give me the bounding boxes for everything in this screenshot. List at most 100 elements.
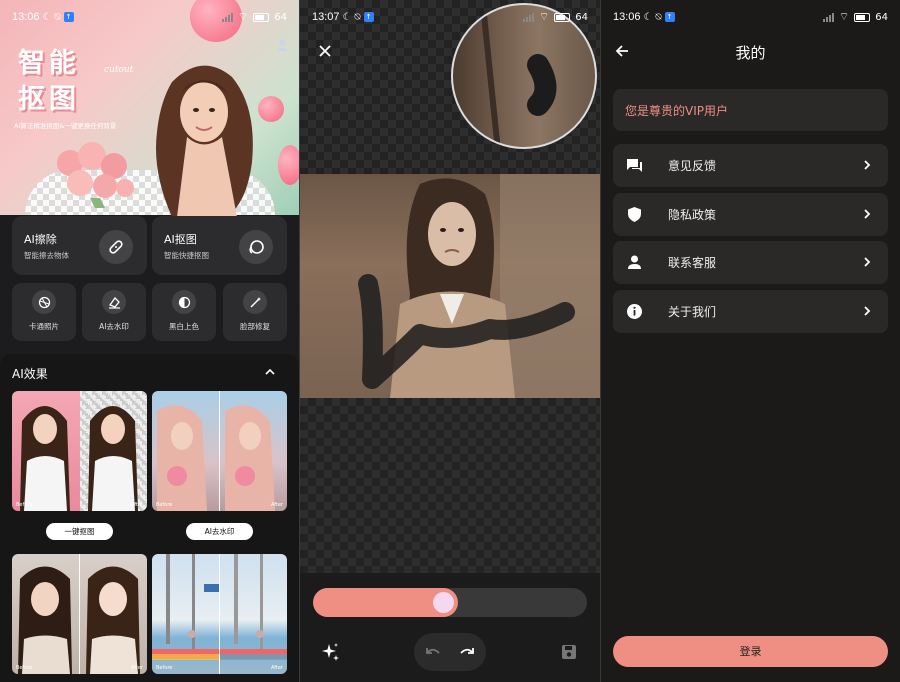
menu-item-label: 关于我们 — [668, 305, 717, 319]
login-button[interactable]: 登录 — [613, 636, 888, 667]
card-title: AI擦除 — [24, 233, 57, 246]
card-label: AI去水印 — [99, 322, 129, 331]
card-label: 脸部修复 — [240, 322, 270, 331]
moon-icon: ☾ — [42, 11, 52, 23]
editor-screen: 13:07 ☾ ⍉ ↑ ⌔ 64 — [300, 0, 600, 682]
effect-thumbnail-cartoon[interactable]: Before After — [12, 554, 147, 674]
sparkle-icon[interactable] — [320, 642, 340, 662]
before-label: Before — [16, 665, 33, 671]
notification-icon: ↑ — [63, 12, 74, 22]
balloon-decoration — [278, 145, 299, 185]
before-label: Before — [16, 502, 33, 508]
model-photo — [20, 406, 138, 511]
after-label: After — [130, 665, 143, 671]
hero-title: 智能 抠图 — [18, 48, 80, 115]
chevron-right-icon — [864, 257, 871, 267]
profile-icon[interactable] — [275, 38, 289, 52]
menu-item-label: 联系客服 — [668, 256, 717, 270]
street-photo — [152, 554, 287, 674]
effect-thumbnail-cutout[interactable]: Before After — [12, 391, 147, 511]
watermark-removal-button[interactable]: AI去水印 — [186, 523, 253, 540]
wifi-icon: ⌔ — [538, 10, 550, 23]
chevron-right-icon — [864, 209, 871, 219]
status-bar: 13:07 ☾ ⍉ ↑ ⌔ 64 — [300, 0, 600, 34]
lasso-icon — [239, 230, 273, 264]
brush-stroke — [358, 274, 575, 389]
undo-redo-group — [414, 633, 486, 671]
before-label: Before — [156, 502, 173, 508]
effect-thumbnail-watermark[interactable]: Before After — [152, 391, 287, 511]
card-title: AI抠图 — [164, 233, 197, 246]
eraser-icon — [102, 290, 126, 314]
notification-icon: ↑ — [363, 12, 374, 22]
status-bar: 13:06 ☾ ⍉ ↑ ⌔ 64 — [0, 0, 299, 34]
home-screen: 智能 抠图 cutout AI算法精准抠图&一键更换任何背景 13:06 ☾ ⍉ ↑… — [0, 0, 299, 682]
mute-icon: ⍉ — [655, 11, 662, 23]
close-icon[interactable] — [318, 44, 332, 58]
redo-icon[interactable] — [458, 643, 476, 661]
editing-canvas[interactable] — [300, 174, 600, 398]
vip-status-text: 您是尊贵的VIP用户 — [625, 104, 728, 118]
section-title: AI效果 — [12, 367, 48, 381]
card-subtitle: 智能快捷抠图 — [164, 251, 209, 260]
moon-icon: ☾ — [342, 11, 352, 23]
model-photo — [157, 391, 275, 511]
slider-handle[interactable] — [433, 592, 454, 613]
ai-erase-card[interactable]: AI擦除 智能擦去物体 — [12, 216, 147, 275]
wand-icon — [243, 290, 267, 314]
menu-item-privacy[interactable]: 隐私政策 — [613, 193, 888, 236]
bandage-icon — [99, 230, 133, 264]
shield-icon — [628, 207, 641, 222]
hero-subtitle: cutout — [104, 65, 134, 75]
model-photo — [156, 65, 253, 217]
chevron-right-icon — [864, 306, 871, 316]
menu-item-label: 意见反馈 — [668, 159, 717, 173]
info-icon — [627, 304, 642, 319]
one-click-cutout-button[interactable]: 一键抠图 — [46, 523, 113, 540]
status-time: 13:06 — [12, 11, 40, 23]
card-label: 卡通照片 — [29, 322, 59, 331]
effect-thumbnail-repair[interactable]: Before After — [152, 554, 287, 674]
mute-icon: ⍉ — [54, 11, 61, 23]
feedback-icon — [627, 159, 642, 172]
page-title: 我的 — [735, 44, 766, 62]
after-label: After — [270, 665, 283, 671]
wifi-icon: ⌔ — [838, 10, 850, 23]
brush-size-slider[interactable] — [313, 588, 587, 617]
undo-icon[interactable] — [424, 643, 442, 661]
vip-status-card: 您是尊贵的VIP用户 — [613, 89, 888, 131]
signal-icon — [221, 12, 233, 22]
watermark-removal-card[interactable]: AI去水印 — [82, 283, 146, 341]
card-label: 黑白上色 — [169, 322, 199, 331]
signal-icon — [822, 12, 834, 22]
before-label: Before — [156, 665, 173, 671]
profile-screen: 13:06 ☾ ⍉ ↑ ⌔ 64 我的 您是尊贵的VIP用户 意见反馈 隐私政策 联… — [601, 0, 900, 682]
status-time: 13:07 — [312, 11, 340, 23]
colorize-card[interactable]: 黑白上色 — [152, 283, 216, 341]
roses-decoration — [57, 142, 134, 208]
menu-item-feedback[interactable]: 意见反馈 — [613, 144, 888, 187]
battery-level: 64 — [274, 11, 287, 23]
face-repair-card[interactable]: 脸部修复 — [223, 283, 287, 341]
person-icon — [628, 255, 641, 269]
save-icon[interactable] — [561, 644, 577, 660]
notification-icon: ↑ — [664, 12, 675, 22]
ai-cutout-card[interactable]: AI抠图 智能快捷抠图 — [152, 216, 287, 275]
mute-icon: ⍉ — [354, 11, 361, 23]
model-photo — [18, 554, 140, 674]
battery-level: 64 — [875, 11, 888, 23]
status-time: 13:06 — [613, 11, 641, 23]
battery-level: 64 — [575, 11, 588, 23]
battery-icon — [253, 12, 270, 22]
cartoon-photo-card[interactable]: 卡通照片 — [12, 283, 76, 341]
status-bar: 13:06 ☾ ⍉ ↑ ⌔ 64 — [601, 0, 900, 34]
chevron-right-icon — [864, 160, 871, 170]
menu-item-customer-service[interactable]: 联系客服 — [613, 241, 888, 284]
battery-icon — [554, 12, 571, 22]
contrast-icon — [172, 290, 196, 314]
after-label: After — [270, 502, 283, 508]
moon-icon: ☾ — [643, 11, 653, 23]
after-label: After — [130, 502, 143, 508]
chevron-up-icon[interactable] — [265, 367, 275, 377]
menu-item-about[interactable]: 关于我们 — [613, 290, 888, 333]
